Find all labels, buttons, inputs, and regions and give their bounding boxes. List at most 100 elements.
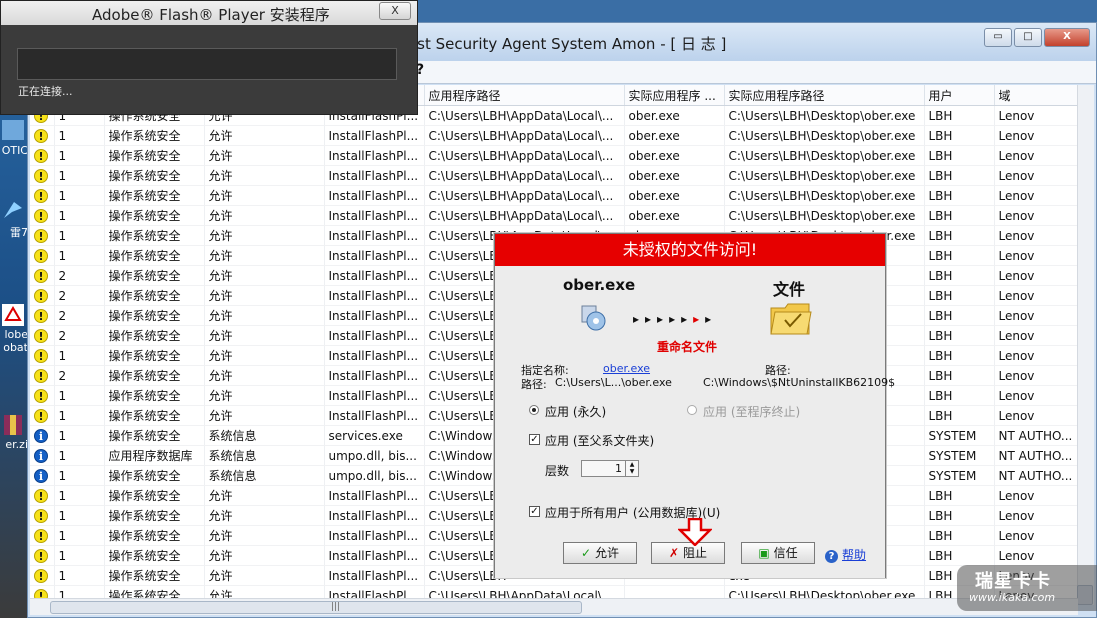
cell-app: InstallFlashPl... (324, 245, 425, 266)
cell-user: LBH (924, 325, 995, 346)
cell-domain: Lenov (994, 485, 1078, 506)
cell-user: LBH (924, 105, 995, 126)
desktop-label: er.zi (5, 438, 28, 451)
cell-count: 1 (54, 505, 105, 526)
cell-user: LBH (924, 125, 995, 146)
cell-result: 允许 (204, 345, 325, 366)
col-header-app-path[interactable]: 应用程序路径 (424, 85, 625, 106)
desktop-shortcut-1[interactable]: OTIC (0, 118, 28, 157)
cell-result: 允许 (204, 205, 325, 226)
block-button-label: 阻止 (682, 546, 707, 560)
cell-domain: NT AUTHO... (994, 465, 1078, 486)
horizontal-scrollbar[interactable]: ||| (30, 598, 1078, 615)
cell-user: LBH (924, 305, 995, 326)
allow-button[interactable]: ✓ 允许 (563, 542, 637, 564)
stepper-arrows-icon[interactable]: ▲ ▼ (625, 461, 638, 476)
warning-icon: ! (34, 368, 48, 383)
cell-icon: ! (30, 305, 55, 326)
minimize-button[interactable]: ▭ (984, 28, 1012, 47)
help-link[interactable]: ? 帮助 (825, 546, 866, 563)
flash-progress-bar (17, 48, 397, 80)
cell-app: InstallFlashPl... (324, 145, 425, 166)
cell-count: 1 (54, 165, 105, 186)
col-header-domain[interactable]: 域 (994, 85, 1078, 106)
maximize-button[interactable]: □ (1014, 28, 1042, 47)
cell-icon: ! (30, 385, 55, 406)
cell-category: 操作系统安全 (104, 165, 205, 186)
warning-icon: ! (34, 508, 48, 523)
cell-count: 1 (54, 205, 105, 226)
cell-app: InstallFlashPl... (324, 285, 425, 306)
cell-icon: ! (30, 525, 55, 546)
apply-until-exit-radio (687, 405, 697, 415)
levels-stepper[interactable]: 1 ▲ ▼ (581, 460, 639, 477)
cell-real-path: C:\Users\LBH\Desktop\ober.exe (724, 145, 925, 166)
cell-result: 允许 (204, 565, 325, 586)
cell-category: 操作系统安全 (104, 345, 205, 366)
arrow-end-icon: ▸ (705, 312, 718, 326)
cell-app: InstallFlashPl... (324, 365, 425, 386)
cell-app: InstallFlashPl... (324, 525, 425, 546)
table-row[interactable]: !1操作系统安全允许InstallFlashPl...C:\Users\LBH\… (30, 185, 1078, 206)
cell-app: InstallFlashPl... (324, 545, 425, 566)
cell-icon: ! (30, 325, 55, 346)
desktop-shortcut-2[interactable]: 雷7 (0, 198, 28, 240)
cell-icon: ! (30, 125, 55, 146)
cell-category: 操作系统安全 (104, 365, 205, 386)
cell-user: LBH (924, 385, 995, 406)
apply-parent-folder-checkbox[interactable]: ✓ (529, 434, 540, 445)
cell-count: 1 (54, 225, 105, 246)
cell-user: LBH (924, 485, 995, 506)
allow-button-label: 允许 (594, 546, 619, 560)
close-button[interactable]: X (1044, 28, 1090, 47)
table-row[interactable]: !1操作系统安全允许InstallFlashPl...C:\Users\LBH\… (30, 205, 1078, 226)
col-header-user[interactable]: 用户 (924, 85, 995, 106)
cell-user: LBH (924, 165, 995, 186)
horizontal-scroll-thumb[interactable]: ||| (50, 601, 582, 614)
red-down-arrow-icon (678, 518, 712, 546)
warning-icon: ! (34, 408, 48, 423)
table-row[interactable]: !1操作系统安全允许InstallFlashPl...C:\Users\LBH\… (30, 125, 1078, 146)
desktop-shortcut-4[interactable]: er.zi (0, 412, 28, 451)
warning-icon: ! (34, 208, 48, 223)
cell-count: 1 (54, 345, 105, 366)
cell-result: 允许 (204, 245, 325, 266)
flash-installer-titlebar[interactable]: Adobe® Flash® Player 安装程序 X (1, 1, 417, 25)
table-row[interactable]: !1操作系统安全允许InstallFlashPl...C:\Users\LBH\… (30, 145, 1078, 166)
cell-domain: Lenov (994, 225, 1078, 246)
flash-installer-title: Adobe® Flash® Player 安装程序 (92, 6, 330, 24)
desktop-label: lobe (4, 328, 28, 341)
warning-icon: ! (34, 308, 48, 323)
cell-domain: Lenov (994, 185, 1078, 206)
specified-name-link[interactable]: ober.exe (603, 362, 650, 375)
cell-icon: i (30, 465, 55, 486)
cell-app: InstallFlashPl... (324, 185, 425, 206)
check-icon: ✓ (581, 546, 592, 560)
archive-icon (4, 415, 22, 435)
apply-permanent-radio[interactable] (529, 405, 539, 415)
apply-all-users-checkbox[interactable]: ✓ (529, 506, 540, 517)
col-header-real-app[interactable]: 实际应用程序 ... (624, 85, 725, 106)
cell-app: InstallFlashPl... (324, 265, 425, 286)
cell-count: 1 (54, 565, 105, 586)
cell-domain: Lenov (994, 525, 1078, 546)
cell-app: InstallFlashPl... (324, 405, 425, 426)
cell-app-path: C:\Users\LBH\AppData\Local\... (424, 105, 625, 126)
cell-domain: Lenov (994, 145, 1078, 166)
warning-icon: ! (34, 268, 48, 283)
cell-count: 1 (54, 185, 105, 206)
pdf-icon (2, 304, 24, 326)
cell-icon: ! (30, 405, 55, 426)
trust-button[interactable]: ▣ 信任 (741, 542, 815, 564)
flash-close-button[interactable]: X (379, 2, 411, 20)
desktop-shortcut-3[interactable]: lobe obat (0, 302, 28, 354)
table-row[interactable]: !1操作系统安全允许InstallFlashPl...C:\Users\LBH\… (30, 165, 1078, 186)
access-direction-arrows: ▸▸▸▸▸▸▸ (633, 312, 717, 326)
cell-real-path: C:\Users\LBH\Desktop\ober.exe (724, 125, 925, 146)
cell-app-path: C:\Users\LBH\AppData\Local\... (424, 205, 625, 226)
warning-icon: ! (34, 328, 48, 343)
cell-result: 允许 (204, 305, 325, 326)
warning-icon: ! (34, 188, 48, 203)
vertical-scrollbar[interactable] (1077, 85, 1094, 605)
col-header-real-path[interactable]: 实际应用程序路径 (724, 85, 925, 106)
